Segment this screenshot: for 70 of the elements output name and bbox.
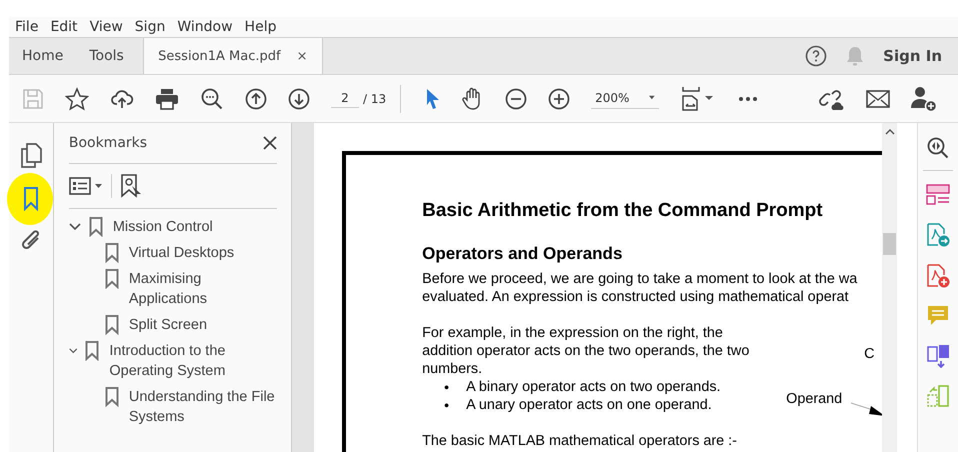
arrow-up-circle-icon[interactable] <box>245 88 267 110</box>
options-dropdown-icon[interactable] <box>68 177 103 195</box>
bookmark-item[interactable]: Split Screen <box>128 315 208 335</box>
arrow-down-circle-icon[interactable] <box>288 88 310 110</box>
print-icon[interactable] <box>155 88 179 110</box>
arrow-icon <box>851 401 882 417</box>
close-icon[interactable]: × <box>296 48 308 64</box>
menu-item[interactable]: View <box>84 19 129 35</box>
layout-icon[interactable] <box>926 184 950 206</box>
document-title: Basic Arithmetic from the Command Prompt <box>422 200 824 222</box>
export-pdf-icon[interactable] <box>926 223 950 247</box>
bookmark-item[interactable]: Mission Control <box>112 217 213 237</box>
help-icon[interactable] <box>805 45 828 67</box>
bookmark-icon <box>104 269 119 289</box>
figure-label: C <box>864 346 875 362</box>
bullet-mark: • <box>443 378 450 396</box>
chevron-icon[interactable] <box>68 223 81 231</box>
body-text: numbers. <box>422 360 482 378</box>
bookmark-icon <box>88 217 103 237</box>
mail-icon[interactable] <box>866 90 890 108</box>
bookmark-icon <box>85 341 100 361</box>
bookmark-icon <box>104 243 119 263</box>
more-icon[interactable] <box>738 96 758 102</box>
sign-in-link[interactable]: Sign In <box>883 47 942 65</box>
caret-icon[interactable] <box>649 95 656 100</box>
body-text: evaluated. An expression is constructed using mathematical operat <box>422 288 848 306</box>
new-bookmark-icon[interactable] <box>120 174 142 198</box>
page-total: / 13 <box>363 92 386 106</box>
zoom-search-icon[interactable] <box>200 86 224 110</box>
close-icon[interactable] <box>263 136 278 150</box>
pointer-icon[interactable] <box>425 86 442 110</box>
star-icon[interactable] <box>65 86 89 110</box>
tab[interactable]: Session1A Mac.pdf × <box>142 38 323 74</box>
menu-item[interactable]: Window <box>171 19 239 35</box>
tab[interactable]: Home <box>9 38 76 74</box>
add-user-icon[interactable] <box>911 86 937 112</box>
pages-icon[interactable] <box>20 143 42 169</box>
figure-label: Operand <box>786 391 842 407</box>
list-item: A unary operator acts on one operand. <box>466 396 712 414</box>
section-heading: Operators and Operands <box>422 244 624 264</box>
menu-item[interactable]: Edit <box>44 19 84 35</box>
body-text: Before we proceed, we are going to take a moment to look at the wa <box>422 270 858 288</box>
zoom-in-icon[interactable] <box>548 88 570 110</box>
bookmark-item[interactable]: Understanding the File Systems <box>128 387 278 427</box>
bookmark-item[interactable]: Virtual Desktops <box>128 243 234 263</box>
bookmark-icon <box>104 315 119 335</box>
menu-item[interactable]: Help <box>238 19 282 35</box>
body-text: The basic MATLAB mathematical operators are :- <box>422 432 737 450</box>
zoom-out-icon[interactable] <box>505 88 528 110</box>
chevron-icon[interactable] <box>68 347 78 355</box>
body-text: For example, in the expression on the right, the <box>422 324 723 342</box>
bookmark-item[interactable]: Introduction to the Operating System <box>109 341 278 381</box>
body-text: addition operator acts on the two operands, the two <box>422 342 750 360</box>
scroll-up-icon[interactable] <box>884 129 895 135</box>
list-item: A binary operator acts on two operands. <box>466 378 721 396</box>
zoom-dropdown[interactable]: 200% <box>591 88 660 108</box>
bookmark-icon <box>104 387 119 407</box>
create-pdf-icon[interactable] <box>926 264 950 288</box>
menu-item[interactable]: File <box>9 19 44 35</box>
bullet-mark: • <box>443 396 450 414</box>
zoom-icon[interactable] <box>927 137 950 159</box>
scroll-thumb[interactable] <box>883 233 896 255</box>
tab[interactable]: Tools <box>76 38 137 74</box>
bookmark-icon[interactable] <box>22 187 39 211</box>
panel-title: Bookmarks <box>68 135 148 151</box>
page-number-field[interactable]: 2 <box>331 89 359 108</box>
bookmark-item[interactable]: Maximising Applications <box>128 269 278 309</box>
combine-files-icon[interactable] <box>926 344 950 368</box>
cloud-upload-icon[interactable] <box>110 88 134 110</box>
menu-item[interactable]: Sign <box>128 19 172 35</box>
